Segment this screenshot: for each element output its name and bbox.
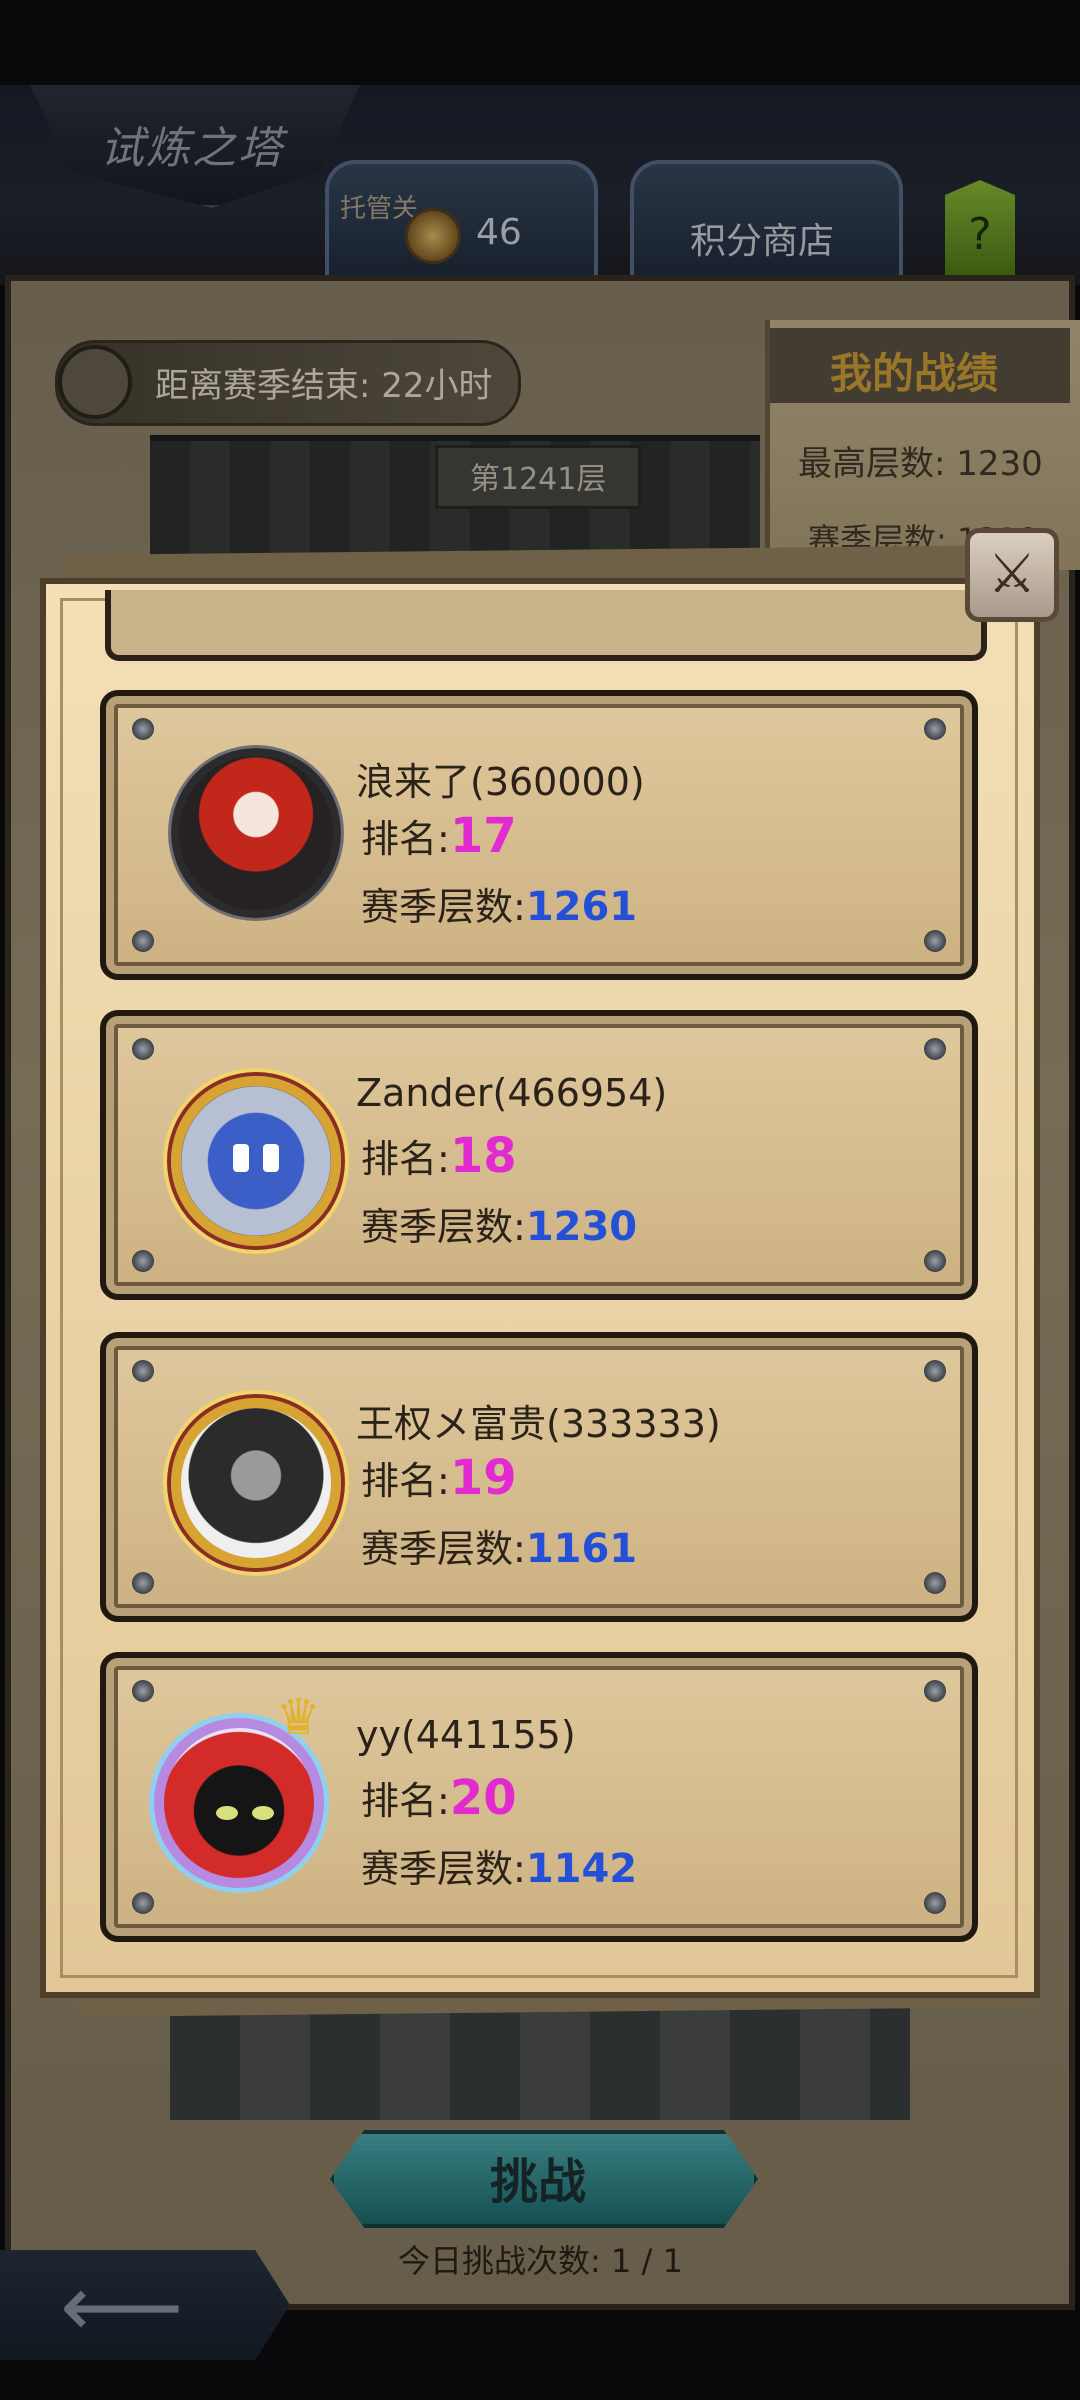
season-floor-value: 1261: [525, 884, 638, 930]
player-avatar[interactable]: [171, 1076, 341, 1246]
rank-label: 排名:: [361, 1779, 450, 1823]
rivet: [924, 1892, 946, 1914]
rivet: [132, 930, 154, 952]
rivet: [132, 1360, 154, 1382]
rivet: [924, 1038, 946, 1060]
rivet: [132, 718, 154, 740]
cat-eye: [216, 1806, 238, 1820]
crown-icon: ♛: [276, 1688, 321, 1746]
player-name: 王权メ富贵(333333): [356, 1402, 721, 1446]
rank-value: 18: [449, 1128, 517, 1184]
season-floor-label: 赛季层数:: [361, 1205, 526, 1249]
rivet: [924, 930, 946, 952]
rank-label: 排名:: [361, 1459, 450, 1503]
player-card[interactable]: 王权メ富贵(333333) 排名:19 赛季层数:1161: [100, 1332, 978, 1622]
cat-eye: [252, 1806, 274, 1820]
close-button[interactable]: ⚔: [965, 528, 1059, 622]
rivet: [924, 1360, 946, 1382]
season-floor-label: 赛季层数:: [361, 1847, 526, 1891]
season-floor-value: 1230: [525, 1204, 638, 1250]
player-card[interactable]: Zander(466954) 排名:18 赛季层数:1230: [100, 1010, 978, 1300]
season-floor-value: 1142: [525, 1846, 638, 1892]
season-floor-label: 赛季层数:: [361, 885, 526, 929]
player-name: Zander(466954): [356, 1071, 668, 1115]
player-name: yy(441155): [356, 1713, 576, 1757]
rank-value: 19: [449, 1450, 517, 1506]
rivet: [924, 1572, 946, 1594]
player-avatar[interactable]: [171, 748, 341, 918]
rivet: [132, 1892, 154, 1914]
list-item-partial: [105, 590, 987, 661]
rivet: [132, 1680, 154, 1702]
season-floor-label: 赛季层数:: [361, 1527, 526, 1571]
robot-eye: [263, 1144, 279, 1172]
crossed-swords-icon: ⚔: [987, 542, 1037, 605]
rivet: [132, 1038, 154, 1060]
rank-label: 排名:: [361, 817, 450, 861]
rank-value: 20: [449, 1770, 517, 1826]
player-card[interactable]: ♛ yy(441155) 排名:20 赛季层数:1142: [100, 1652, 978, 1942]
rivet: [924, 718, 946, 740]
player-card[interactable]: 浪来了(360000) 排名:17 赛季层数:1261: [100, 690, 978, 980]
rivet: [924, 1680, 946, 1702]
season-floor-value: 1161: [525, 1526, 638, 1572]
rivet: [132, 1572, 154, 1594]
rivet: [924, 1250, 946, 1272]
rivet: [132, 1250, 154, 1272]
robot-eye: [233, 1144, 249, 1172]
player-name: 浪来了(360000): [356, 760, 645, 804]
rank-value: 17: [449, 808, 517, 864]
rank-label: 排名:: [361, 1137, 450, 1181]
player-avatar[interactable]: [171, 1398, 341, 1568]
